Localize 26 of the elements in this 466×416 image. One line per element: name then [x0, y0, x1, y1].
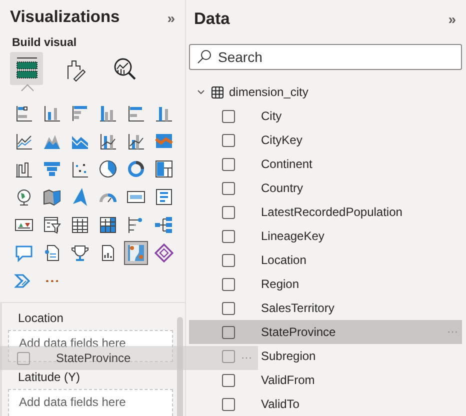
field-name: Subregion: [261, 349, 317, 363]
field-name: Continent: [261, 157, 314, 171]
well-label: Latitude (Y): [18, 370, 82, 384]
search-field[interactable]: Search: [189, 44, 462, 70]
field-name: SalesTerritory: [261, 301, 336, 315]
pane-title: Visualizations: [10, 8, 120, 27]
field-name: StateProvince: [56, 351, 131, 365]
field-row[interactable]: StateProvince ···: [189, 320, 462, 344]
field-name: Region: [261, 277, 300, 291]
field-name: ValidTo: [261, 397, 300, 411]
section-label: Build visual: [12, 37, 77, 49]
well-label: Location: [18, 311, 64, 325]
table-name[interactable]: dimension_city: [229, 85, 308, 99]
collapse-button[interactable]: »: [448, 11, 456, 27]
field-name: Country: [261, 181, 304, 195]
field-name: ValidFrom: [261, 373, 316, 387]
pane-title: Data: [194, 10, 230, 28]
field-name: StateProvince: [261, 325, 337, 339]
field-name: LatestRecordedPopulation: [261, 205, 404, 219]
collapse-button[interactable]: »: [167, 10, 175, 26]
field-name: Location: [261, 253, 308, 267]
field-name: City: [261, 109, 283, 123]
more-options-ellipsis: ···: [241, 352, 252, 364]
field-name: CityKey: [261, 133, 304, 147]
drop-field[interactable]: Add data fields here: [8, 389, 173, 416]
field-name: LineageKey: [261, 229, 326, 243]
